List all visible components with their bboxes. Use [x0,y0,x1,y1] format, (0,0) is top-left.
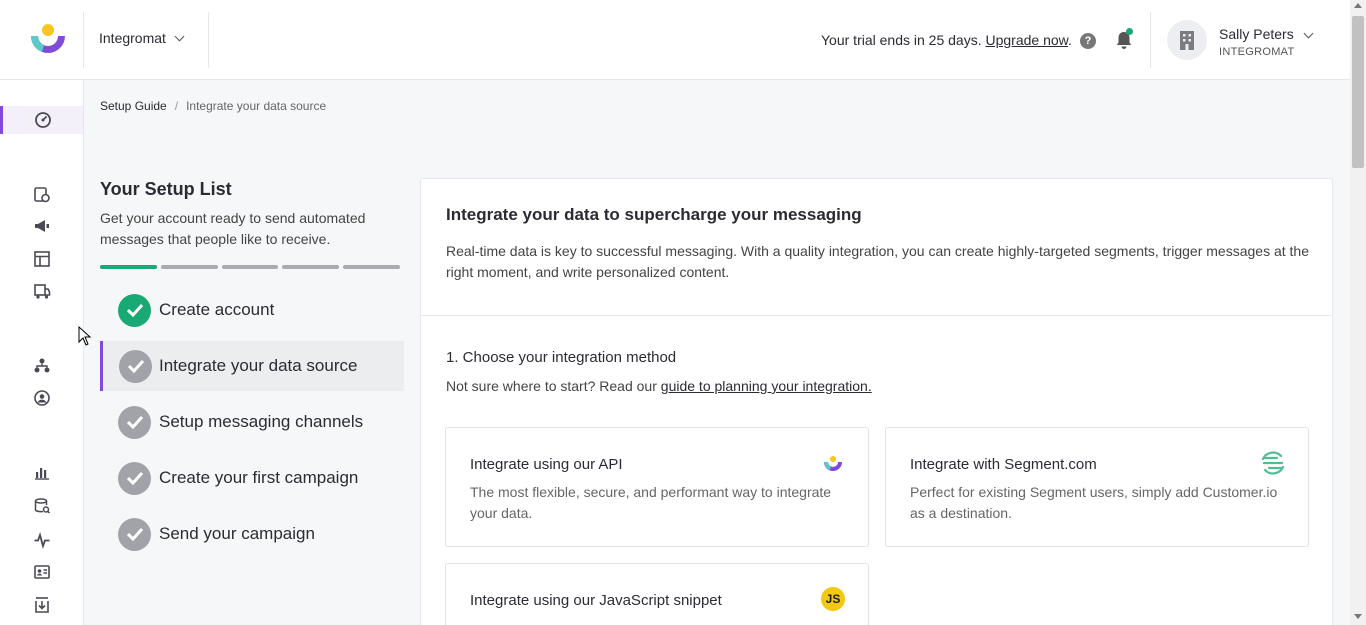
trial-suffix: . [1068,32,1072,48]
sidebar-item-segments[interactable] [0,352,83,380]
progress-segment [100,265,157,269]
top-bar: Integromat Your trial ends in 25 days. U… [0,0,1350,80]
segments-icon [34,358,49,373]
breadcrumb-separator: / [174,99,179,113]
divider [1150,12,1151,68]
progress-segment [160,265,218,269]
mouse-cursor-icon [78,326,92,346]
card-title: Integrate using our API [470,456,623,473]
sidebar-item-activity[interactable] [0,526,83,554]
breadcrumb-current: Integrate your data source [186,99,327,113]
dashboard-icon [35,112,51,128]
card-integrate-javascript[interactable]: Integrate using our JavaScript snippet J… [445,563,869,625]
sidebar-item-objects[interactable] [0,558,83,586]
user-name[interactable]: Sally Peters [1219,26,1294,42]
setup-step-create-account[interactable]: Create account [100,285,404,335]
planning-guide-link[interactable]: guide to planning your integration. [661,378,872,394]
setup-step-label: Setup messaging channels [159,412,364,431]
progress-segment [282,265,340,269]
setup-progress-bar [100,265,400,269]
integration-panel: Integrate your data to supercharge your … [420,178,1333,625]
sidebar-item-broadcasts[interactable] [0,212,83,240]
js-badge: JS [821,587,845,611]
card-description: Perfect for existing Segment users, simp… [910,484,1278,521]
people-icon [33,390,50,406]
trial-notice: Your trial ends in 25 days. Upgrade now. [821,32,1072,48]
setup-step-label: Create account [159,300,275,319]
analytics-icon [34,468,49,480]
sidebar-item-analytics[interactable] [0,458,83,486]
customerio-logo-icon[interactable] [28,22,68,56]
divider [208,12,209,68]
sidebar-item-people[interactable] [0,384,83,412]
chevron-down-icon [174,31,185,41]
segment-logo-icon [1260,450,1286,476]
sidebar-item-deliveries[interactable] [0,277,83,305]
setup-list-title: Your Setup List [100,179,232,199]
chevron-down-icon[interactable] [1303,28,1314,39]
user-org: INTEGROMAT [1219,46,1295,58]
card-integrate-api[interactable]: Integrate using our API The most flexibl… [445,427,869,547]
scroll-up-arrow[interactable] [1354,3,1362,8]
sidebar-item-data-index[interactable] [0,492,83,520]
panel-title: Integrate your data to supercharge your … [446,205,862,224]
setup-step-label: Integrate your data source [159,356,358,375]
card-integrate-segment[interactable]: Integrate with Segment.com Perfect for e… [885,427,1309,547]
divider [83,12,84,68]
check-circle-icon [119,349,152,383]
trial-text: Your trial ends in 25 days. [821,32,982,48]
progress-segment [221,265,279,269]
section-title: 1. Choose your integration method [446,349,677,366]
progress-segment [343,265,400,269]
section-subtitle-text: Not sure where to start? Read our [446,378,661,394]
deliveries-icon [33,284,50,299]
sidebar-item-content[interactable] [0,245,83,273]
card-description: The most flexible, secure, and performan… [470,484,832,521]
content-icon [33,251,50,267]
setup-step-integrate-data[interactable]: Integrate your data source [100,341,404,391]
sidebar-item-campaigns[interactable] [0,181,83,209]
broadcasts-icon [34,220,49,232]
card-title: Integrate with Segment.com [910,456,1097,473]
sidebar-item-import[interactable] [0,591,83,619]
customerio-logo-icon [820,450,846,476]
panel-description: Real-time data is key to successful mess… [446,243,1309,280]
sidebar [0,80,84,625]
scrollbar-thumb[interactable] [1352,16,1364,168]
upgrade-link[interactable]: Upgrade now [985,32,1068,48]
setup-step-first-campaign[interactable]: Create your first campaign [100,453,404,503]
setup-step-label: Send your campaign [159,524,315,543]
import-icon [34,597,49,613]
setup-list-description: Get your account ready to send automated… [100,210,366,247]
objects-icon [33,565,50,579]
workspace-name: Integromat [99,30,166,46]
notification-dot [1126,28,1133,35]
avatar[interactable] [1167,20,1207,60]
divider [421,315,1332,316]
check-circle-icon [118,517,151,551]
javascript-icon: JS [820,586,846,612]
setup-step-label: Create your first campaign [159,468,359,487]
check-circle-icon [118,293,151,327]
campaigns-icon [33,187,50,203]
activity-icon [34,532,49,549]
sidebar-item-dashboard[interactable] [0,106,83,134]
card-title: Integrate using our JavaScript snippet [470,592,722,609]
building-icon [1180,31,1194,50]
help-icon[interactable]: ? [1080,33,1096,49]
section-subtitle: Not sure where to start? Read our guide … [446,378,872,394]
scroll-down-arrow[interactable] [1354,614,1362,619]
data-index-icon [34,498,50,514]
check-circle-icon [118,405,151,439]
setup-step-send-campaign[interactable]: Send your campaign [100,509,404,559]
check-circle-icon [118,461,151,495]
breadcrumb: Setup Guide / Integrate your data source [100,99,326,113]
breadcrumb-root[interactable]: Setup Guide [100,99,167,113]
workspace-switcher[interactable]: Integromat [99,30,185,46]
setup-step-messaging-channels[interactable]: Setup messaging channels [100,397,404,447]
